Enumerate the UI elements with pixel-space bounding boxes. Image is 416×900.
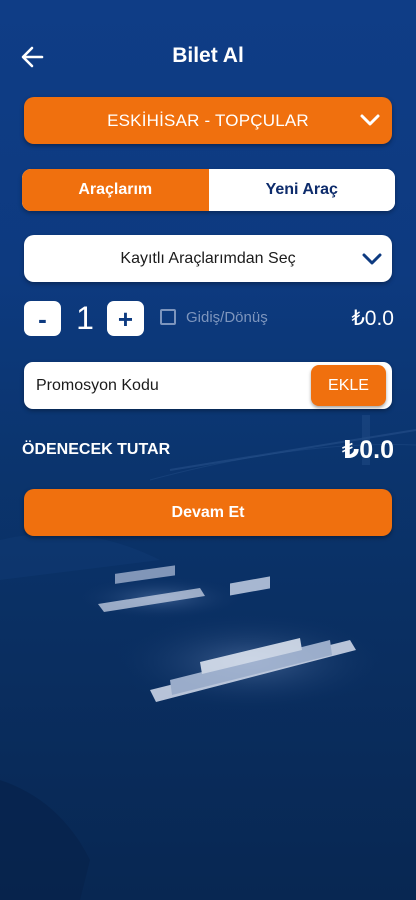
promo-code-input[interactable] xyxy=(34,370,308,402)
tab-new-vehicle[interactable]: Yeni Araç xyxy=(208,169,395,211)
increment-button[interactable]: + xyxy=(107,301,144,336)
saved-vehicle-dropdown[interactable]: Kayıtlı Araçlarımdan Seç xyxy=(24,235,392,282)
promo-code-box: EKLE xyxy=(24,362,392,409)
total-label: ÖDENECEK TUTAR xyxy=(22,441,171,458)
saved-vehicle-label: Kayıtlı Araçlarımdan Seç xyxy=(120,249,296,267)
route-selected-label: ESKİHİSAR - TOPÇULAR xyxy=(107,110,309,130)
ticket-price: ₺0.0 xyxy=(351,307,394,330)
page-title: Bilet Al xyxy=(172,44,244,67)
plus-label: + xyxy=(117,303,134,334)
vehicle-tabs: Araçlarım Yeni Araç xyxy=(22,169,395,211)
continue-button[interactable]: Devam Et xyxy=(24,489,392,536)
header: Bilet Al xyxy=(0,0,416,112)
route-dropdown[interactable]: ESKİHİSAR - TOPÇULAR xyxy=(24,97,392,144)
add-promo-button[interactable]: EKLE xyxy=(311,365,386,406)
round-trip-label: Gidiş/Dönüş xyxy=(186,309,268,326)
quantity-row: - 1 + Gidiş/Dönüş ₺0.0 xyxy=(0,300,416,340)
total-amount: ₺0.0 xyxy=(341,436,394,464)
quantity-value: 1 xyxy=(76,300,94,336)
minus-label: - xyxy=(38,303,47,334)
chevron-down-icon xyxy=(362,253,382,265)
round-trip-checkbox[interactable] xyxy=(160,309,176,325)
chevron-down-icon xyxy=(360,114,380,126)
tab-my-vehicles[interactable]: Araçlarım xyxy=(22,169,209,211)
decrement-button[interactable]: - xyxy=(24,301,61,336)
